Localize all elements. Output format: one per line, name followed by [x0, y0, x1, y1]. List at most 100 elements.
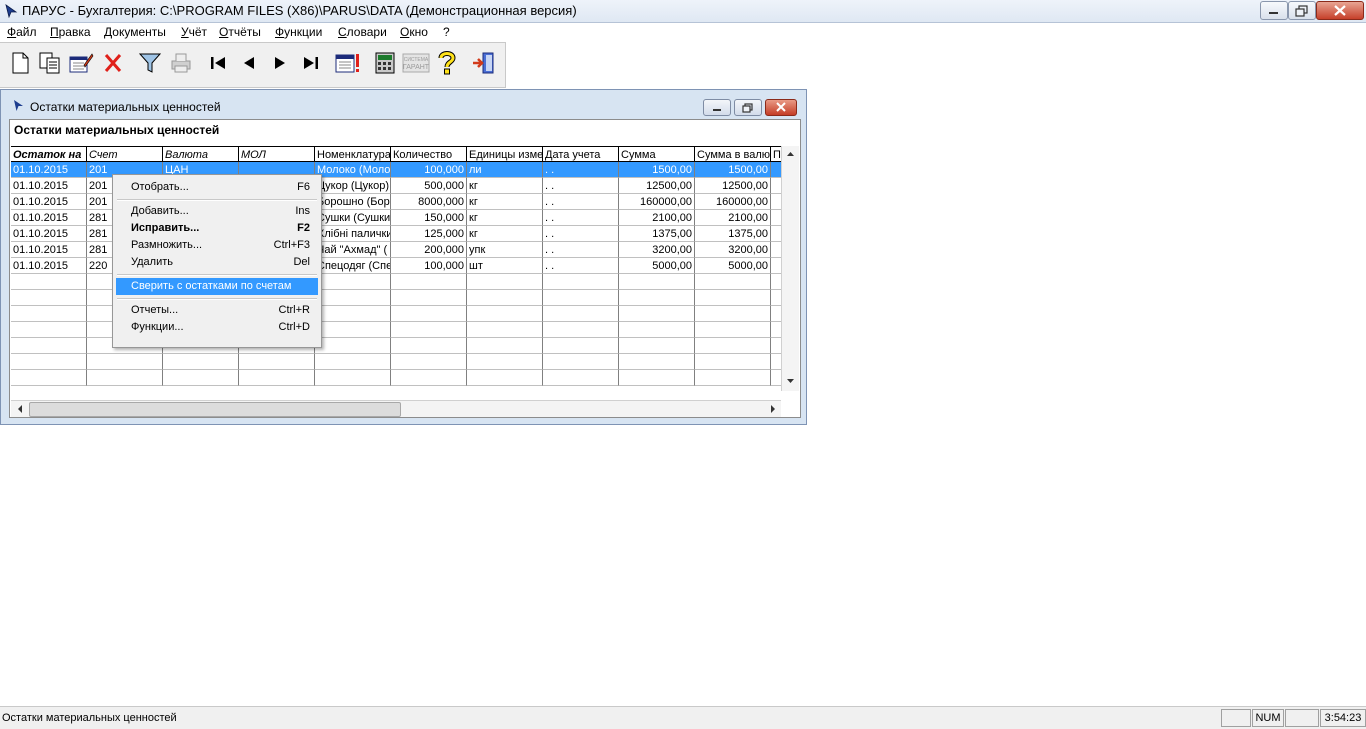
- print-button[interactable]: [166, 47, 195, 78]
- table-cell[interactable]: [11, 290, 87, 306]
- scroll-right-icon[interactable]: [766, 401, 780, 417]
- table-cell[interactable]: . .: [543, 242, 619, 258]
- table-cell[interactable]: Цукор (Цукор): [315, 178, 391, 194]
- menu-edit[interactable]: Правка: [50, 25, 91, 39]
- table-cell[interactable]: кг: [467, 210, 543, 226]
- new-button[interactable]: [5, 47, 34, 78]
- table-cell[interactable]: [771, 290, 781, 306]
- table-cell[interactable]: [391, 306, 467, 322]
- window-close-button[interactable]: [765, 99, 797, 116]
- ctx-delete-item[interactable]: Удалить Del: [116, 254, 318, 271]
- table-cell[interactable]: [771, 370, 781, 386]
- table-cell[interactable]: [315, 274, 391, 290]
- delete-button[interactable]: [98, 47, 127, 78]
- table-cell[interactable]: 5000,00: [695, 258, 771, 274]
- next-record-button[interactable]: [265, 47, 294, 78]
- table-cell[interactable]: [695, 322, 771, 338]
- table-cell[interactable]: [11, 306, 87, 322]
- table-cell[interactable]: Борошно (Бор: [315, 194, 391, 210]
- table-cell[interactable]: Чай "Ахмад" (: [315, 242, 391, 258]
- table-cell[interactable]: [467, 290, 543, 306]
- menu-accounting[interactable]: Учёт: [181, 25, 207, 39]
- menu-reports[interactable]: Отчёты: [219, 25, 261, 39]
- restore-button[interactable]: [1288, 1, 1316, 20]
- table-cell[interactable]: [771, 162, 781, 178]
- table-cell[interactable]: [695, 274, 771, 290]
- table-cell[interactable]: кг: [467, 226, 543, 242]
- table-cell[interactable]: 160000,00: [619, 194, 695, 210]
- table-cell[interactable]: 8000,000: [391, 194, 467, 210]
- table-cell[interactable]: [619, 290, 695, 306]
- column-header-units[interactable]: Единицы изме: [467, 146, 543, 162]
- app-title-bar[interactable]: ПАРУС - Бухгалтерия: C:\PROGRAM FILES (X…: [0, 0, 1366, 23]
- table-cell[interactable]: [391, 290, 467, 306]
- table-cell[interactable]: . .: [543, 178, 619, 194]
- table-cell[interactable]: [315, 322, 391, 338]
- table-cell[interactable]: ли: [467, 162, 543, 178]
- ctx-select-item[interactable]: Отобрать... F6: [116, 179, 318, 196]
- table-cell[interactable]: [87, 354, 163, 370]
- table-cell[interactable]: [619, 306, 695, 322]
- table-cell[interactable]: 200,000: [391, 242, 467, 258]
- table-cell[interactable]: [543, 306, 619, 322]
- table-cell[interactable]: [315, 354, 391, 370]
- table-cell[interactable]: кг: [467, 178, 543, 194]
- vertical-scrollbar[interactable]: [781, 146, 799, 391]
- ctx-duplicate-item[interactable]: Размножить... Ctrl+F3: [116, 237, 318, 254]
- table-cell[interactable]: [11, 370, 87, 386]
- column-header-extra[interactable]: П: [771, 146, 781, 162]
- table-cell[interactable]: [771, 338, 781, 354]
- table-cell[interactable]: [543, 290, 619, 306]
- table-cell[interactable]: [695, 290, 771, 306]
- table-cell[interactable]: [771, 274, 781, 290]
- menu-window[interactable]: Окно: [400, 25, 428, 39]
- table-cell[interactable]: [771, 322, 781, 338]
- table-cell[interactable]: [467, 306, 543, 322]
- column-header-sum[interactable]: Сумма: [619, 146, 695, 162]
- ctx-reports-item[interactable]: Отчеты... Ctrl+R: [116, 302, 318, 319]
- copy-button[interactable]: [35, 47, 64, 78]
- table-cell[interactable]: [11, 322, 87, 338]
- table-cell[interactable]: [467, 354, 543, 370]
- menu-functions[interactable]: Функции: [275, 25, 322, 39]
- table-cell[interactable]: [771, 226, 781, 242]
- horizontal-scrollbar[interactable]: [11, 400, 781, 417]
- table-cell[interactable]: [695, 338, 771, 354]
- table-cell[interactable]: 160000,00: [695, 194, 771, 210]
- ctx-edit-item[interactable]: Исправить... F2: [116, 220, 318, 237]
- table-cell[interactable]: [87, 370, 163, 386]
- column-header-balance-date[interactable]: Остаток на: [11, 146, 87, 162]
- table-cell[interactable]: [467, 322, 543, 338]
- table-cell[interactable]: 01.10.2015: [11, 226, 87, 242]
- menu-help[interactable]: ?: [443, 25, 450, 39]
- table-cell[interactable]: . .: [543, 194, 619, 210]
- table-cell[interactable]: упк: [467, 242, 543, 258]
- menu-dictionaries[interactable]: Словари: [338, 25, 387, 39]
- table-cell[interactable]: . .: [543, 210, 619, 226]
- table-cell[interactable]: 1500,00: [619, 162, 695, 178]
- table-cell[interactable]: 01.10.2015: [11, 162, 87, 178]
- column-header-mol[interactable]: МОЛ: [239, 146, 315, 162]
- table-cell[interactable]: . .: [543, 226, 619, 242]
- table-cell[interactable]: 3200,00: [695, 242, 771, 258]
- table-cell[interactable]: [771, 178, 781, 194]
- table-cell[interactable]: [315, 306, 391, 322]
- table-cell[interactable]: [391, 354, 467, 370]
- minimize-button[interactable]: [1260, 1, 1288, 20]
- table-cell[interactable]: 01.10.2015: [11, 242, 87, 258]
- table-cell[interactable]: 100,000: [391, 258, 467, 274]
- exit-button[interactable]: [469, 47, 498, 78]
- table-cell[interactable]: [163, 354, 239, 370]
- table-cell[interactable]: 100,000: [391, 162, 467, 178]
- window-restore-button[interactable]: [734, 99, 762, 116]
- table-cell[interactable]: 2100,00: [619, 210, 695, 226]
- table-cell[interactable]: [163, 370, 239, 386]
- column-header-sum-currency[interactable]: Сумма в валют: [695, 146, 771, 162]
- table-cell[interactable]: [391, 274, 467, 290]
- table-cell[interactable]: [543, 354, 619, 370]
- table-cell[interactable]: шт: [467, 258, 543, 274]
- prev-record-button[interactable]: [234, 47, 263, 78]
- ctx-add-item[interactable]: Добавить... Ins: [116, 203, 318, 220]
- table-cell[interactable]: [315, 290, 391, 306]
- table-cell[interactable]: [695, 306, 771, 322]
